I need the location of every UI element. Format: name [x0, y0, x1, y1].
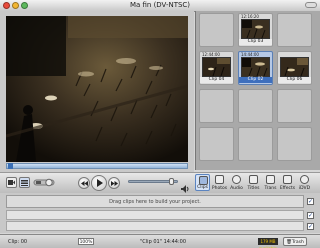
tab-transitions[interactable]: Trans: [263, 174, 278, 191]
shelf-empty-cell[interactable]: [199, 13, 234, 47]
playhead[interactable]: [8, 163, 13, 169]
audio-track-1[interactable]: [6, 210, 304, 220]
clip-name: Clip 06: [278, 77, 311, 83]
clip-item[interactable]: 12:16:20 Clip 03: [238, 13, 273, 47]
controls-bar: Clips Photos Audio Titles Trans Effects …: [0, 172, 320, 194]
video-track-checkbox[interactable]: ✓: [307, 198, 314, 205]
clip-thumbnail: [241, 19, 270, 39]
clip-item[interactable]: Clip 06: [277, 51, 312, 85]
imovie-window: Ma fin (DV-NTSC) 12:16:20 Clip 03 12:44:…: [0, 0, 320, 248]
trash-label: Trash (0): [291, 240, 304, 245]
tab-label: Clips: [197, 185, 208, 190]
timeline-panel: Drag clips here to build your project. ✓…: [0, 193, 320, 233]
transitions-icon: [266, 175, 275, 184]
camera-icon[interactable]: [6, 177, 17, 188]
toolbar-toggle-icon[interactable]: [305, 2, 317, 8]
window-title: Ma fin (DV-NTSC): [129, 1, 191, 9]
tab-photos[interactable]: Photos: [212, 174, 227, 191]
clip-name: Clip 04: [200, 77, 233, 83]
clip-name: Clip 03: [239, 39, 272, 45]
mode-switch-icon[interactable]: [33, 178, 55, 187]
clip-info: "Clip 01" 14:44:00: [140, 239, 187, 245]
effects-icon: [283, 175, 292, 184]
status-bar: Clip: 00 100% "Clip 01" 14:44:00 179 MB …: [0, 234, 320, 248]
clip-counter: Clip: 00: [8, 239, 28, 245]
audio-track-2[interactable]: [6, 221, 304, 231]
shelf-empty-cell[interactable]: [199, 127, 234, 161]
fast-forward-icon[interactable]: [108, 177, 120, 189]
video-track[interactable]: Drag clips here to build your project.: [6, 195, 304, 208]
shelf-empty-cell[interactable]: [199, 89, 234, 123]
clip-thumbnail: [241, 57, 270, 77]
clip-thumbnail: [280, 57, 309, 77]
timeline-hint: Drag clips here to build your project.: [109, 199, 201, 205]
tab-titles[interactable]: Titles: [246, 174, 261, 191]
free-space-indicator: 179 MB available: [258, 238, 278, 248]
audio-track-1-checkbox[interactable]: ✓: [307, 212, 314, 219]
shelf-empty-cell[interactable]: [238, 127, 273, 161]
trash-button[interactable]: 🗑Trash (0): [283, 237, 307, 246]
play-icon[interactable]: [91, 175, 107, 191]
tab-idvd[interactable]: iDVD: [297, 174, 312, 191]
clips-shelf: 12:16:20 Clip 03 12:44:00 Clip 04 14:44:…: [195, 11, 320, 170]
clip-thumbnail: [202, 57, 231, 77]
audio-track-2-checkbox[interactable]: ✓: [307, 223, 314, 230]
clips-icon: [199, 176, 208, 185]
timeline-view-icon[interactable]: [19, 177, 30, 188]
rewind-icon[interactable]: [78, 177, 90, 189]
tab-clips[interactable]: Clips: [195, 174, 210, 191]
clip-item[interactable]: 12:44:00 Clip 04: [199, 51, 234, 85]
volume-slider[interactable]: [128, 178, 178, 185]
tab-audio[interactable]: Audio: [229, 174, 244, 191]
idvd-icon: [300, 175, 309, 184]
titles-icon: [249, 175, 258, 184]
video-viewer: [6, 16, 188, 162]
shelf-empty-cell[interactable]: [238, 89, 273, 123]
tab-label: iDVD: [298, 186, 311, 191]
clip-name: Clip 02: [239, 77, 272, 83]
shelf-empty-cell[interactable]: [277, 89, 312, 123]
volume-knob[interactable]: [169, 178, 174, 185]
shelf-empty-cell[interactable]: [277, 127, 312, 161]
monitor-panel: [0, 11, 194, 172]
zoom-field[interactable]: 100%: [78, 238, 94, 245]
shelf-empty-cell[interactable]: [277, 13, 312, 47]
video-frame-image: [6, 16, 188, 162]
audio-icon: [232, 175, 241, 184]
tab-effects[interactable]: Effects: [280, 174, 295, 191]
photos-icon: [215, 175, 224, 184]
clip-item-selected[interactable]: 14:44:00 Clip 02: [238, 51, 273, 85]
scrubber-bar[interactable]: [6, 163, 188, 169]
